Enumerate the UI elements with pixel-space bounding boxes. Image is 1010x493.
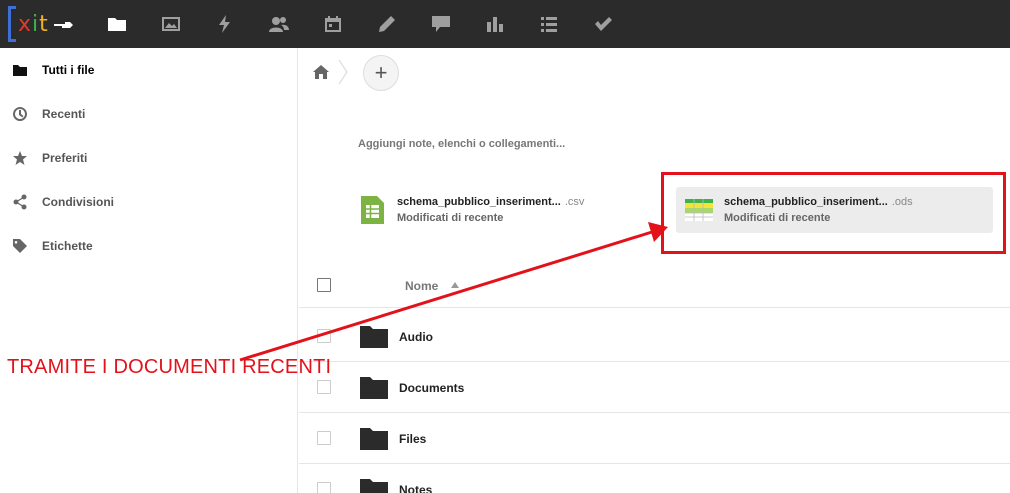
sidebar-item-label: Condivisioni <box>42 195 114 209</box>
breadcrumb: + <box>299 48 1010 96</box>
folder-icon <box>360 479 388 493</box>
tag-icon <box>13 239 27 253</box>
share-icon <box>13 194 27 210</box>
row-checkbox[interactable] <box>317 431 331 445</box>
row-checkbox[interactable] <box>317 380 331 394</box>
sidebar-item-label: Etichette <box>42 239 93 253</box>
file-name[interactable]: Notes <box>399 483 432 493</box>
app-logo[interactable]: xit <box>8 6 74 44</box>
file-list-header: Nome <box>299 264 1010 308</box>
file-name[interactable]: Documents <box>399 381 464 395</box>
logo-bracket <box>8 6 16 42</box>
file-name[interactable]: Files <box>399 432 426 446</box>
logo-text: xit <box>18 12 49 37</box>
table-row[interactable]: Documents <box>299 362 1010 413</box>
recent-file-extension: .csv <box>564 196 585 208</box>
annotation-label: TRAMITE I DOCUMENTI RECENTI <box>7 356 332 378</box>
charts-icon[interactable] <box>468 0 522 48</box>
recent-file-name: schema_pubblico_inseriment... .csv <box>397 196 585 208</box>
home-icon[interactable] <box>313 64 329 80</box>
pointing-hand-icon <box>54 22 73 28</box>
sort-ascending-icon[interactable] <box>451 282 459 288</box>
sidebar-item-label: Recenti <box>42 107 86 121</box>
top-bar: xit <box>0 0 1010 48</box>
activity-icon[interactable] <box>198 0 252 48</box>
tasks-icon[interactable] <box>522 0 576 48</box>
star-icon <box>13 151 27 165</box>
row-checkbox[interactable] <box>317 482 331 493</box>
folder-icon <box>360 326 388 348</box>
sidebar-item-label: Tutti i file <box>42 63 95 77</box>
sidebar-item-label: Preferiti <box>42 151 88 165</box>
spreadsheet-csv-icon <box>361 196 384 224</box>
sidebar: Tutti i file Recenti Preferiti Condivisi… <box>0 48 298 493</box>
clock-icon <box>13 107 28 121</box>
file-name[interactable]: Audio <box>399 330 433 344</box>
gallery-icon[interactable] <box>144 0 198 48</box>
main-content: + Aggiungi note, elenchi o collegamenti.… <box>299 48 1010 493</box>
sidebar-item-shares[interactable]: Condivisioni <box>0 180 297 224</box>
app-navigation <box>90 0 630 48</box>
sidebar-item-tags[interactable]: Etichette <box>0 224 297 268</box>
breadcrumb-separator <box>338 59 348 85</box>
sidebar-item-favorites[interactable]: Preferiti <box>0 136 297 180</box>
calendar-icon[interactable] <box>306 0 360 48</box>
new-button[interactable]: + <box>363 55 399 91</box>
annotation-highlight-box <box>661 172 1006 254</box>
notes-icon[interactable] <box>360 0 414 48</box>
row-checkbox[interactable] <box>317 329 331 343</box>
folder-icon <box>360 377 388 399</box>
select-all-checkbox[interactable] <box>317 278 331 292</box>
table-row[interactable]: Audio <box>299 311 1010 362</box>
sidebar-item-recent[interactable]: Recenti <box>0 92 297 136</box>
rich-workspace-placeholder[interactable]: Aggiungi note, elenchi o collegamenti... <box>358 138 565 150</box>
table-row[interactable]: Notes <box>299 464 1010 493</box>
sidebar-item-all-files[interactable]: Tutti i file <box>0 48 297 92</box>
folder-icon <box>360 428 388 450</box>
chat-icon[interactable] <box>414 0 468 48</box>
files-icon[interactable] <box>90 0 144 48</box>
recent-file-status: Modificati di recente <box>397 212 504 224</box>
recent-file-csv[interactable]: schema_pubblico_inseriment... .csv Modifi… <box>357 187 657 233</box>
checkmark-icon[interactable] <box>576 0 630 48</box>
contacts-icon[interactable] <box>252 0 306 48</box>
folder-icon <box>13 65 27 76</box>
column-header-name[interactable]: Nome <box>405 279 438 293</box>
table-row[interactable]: Files <box>299 413 1010 464</box>
